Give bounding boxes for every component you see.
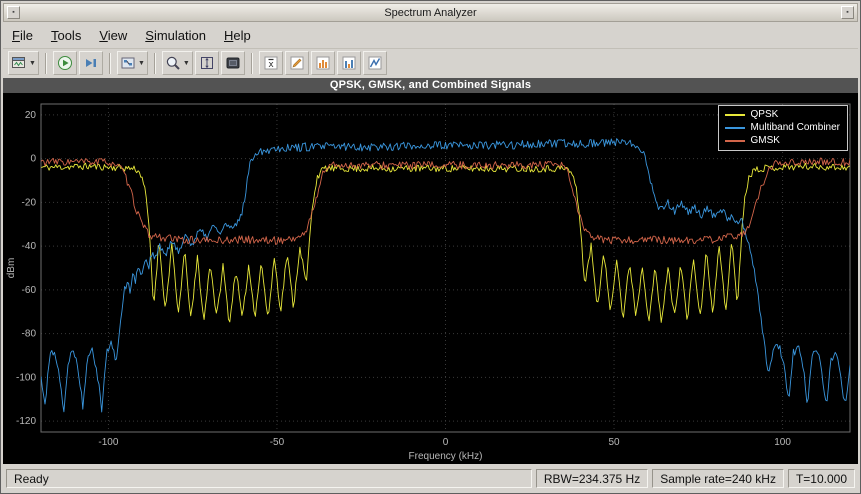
blue-bars-icon xyxy=(341,55,357,71)
legend-item[interactable]: QPSK xyxy=(725,109,841,120)
legend-item[interactable]: Multiband Combiner xyxy=(725,122,841,133)
toolbar-separator xyxy=(251,53,253,74)
playback-options-icon xyxy=(120,55,136,71)
svg-text:-40: -40 xyxy=(22,241,37,252)
orange-bars-icon xyxy=(315,55,331,71)
dropdown-arrow-icon: ▼ xyxy=(183,60,190,67)
distortion-measurements-button[interactable] xyxy=(337,51,361,75)
configuration-properties-button[interactable]: ▼ xyxy=(8,51,39,75)
status-time: T=10.000 xyxy=(788,469,855,488)
step-forward-icon xyxy=(83,55,99,71)
svg-text:100: 100 xyxy=(774,437,791,448)
legend-label: QPSK xyxy=(751,109,779,120)
mask-line-icon xyxy=(367,55,383,71)
window-close-button[interactable]: ▪ xyxy=(841,6,854,19)
scope-config-icon xyxy=(11,55,27,71)
svg-text:0: 0 xyxy=(443,437,449,448)
toolbar-separator xyxy=(109,53,111,74)
panner-button[interactable] xyxy=(221,51,245,75)
svg-text:-100: -100 xyxy=(16,372,36,383)
legend-label: GMSK xyxy=(751,135,780,146)
panner-icon xyxy=(225,55,241,71)
legend-label: Multiband Combiner xyxy=(751,122,841,133)
svg-text:-20: -20 xyxy=(22,197,37,208)
window-menu-button[interactable]: ▪ xyxy=(7,6,20,19)
menu-view[interactable]: View xyxy=(90,25,136,46)
legend-swatch xyxy=(725,140,745,142)
cursor-measurements-button[interactable] xyxy=(285,51,309,75)
menu-simulation[interactable]: Simulation xyxy=(136,25,215,46)
menu-tools[interactable]: Tools xyxy=(42,25,90,46)
menu-file[interactable]: File xyxy=(3,25,42,46)
spectral-mask-button[interactable] xyxy=(363,51,387,75)
channel-measurements-button[interactable] xyxy=(311,51,335,75)
window-menu-icon: ▪ xyxy=(12,9,14,16)
fit-span-icon xyxy=(199,55,215,71)
status-ready: Ready xyxy=(6,469,532,488)
dropdown-arrow-icon: ▼ xyxy=(138,60,145,67)
dropdown-arrow-icon: ▼ xyxy=(29,60,36,67)
status-rbw: RBW=234.375 Hz xyxy=(536,469,648,488)
svg-text:dBm: dBm xyxy=(6,258,17,279)
svg-text:-60: -60 xyxy=(22,285,37,296)
toolbar-separator xyxy=(45,53,47,74)
svg-text:20: 20 xyxy=(25,110,37,121)
svg-text:-100: -100 xyxy=(98,437,118,448)
window-title: Spectrum Analyzer xyxy=(23,7,838,19)
step-forward-button[interactable] xyxy=(79,51,103,75)
playback-options-button[interactable]: ▼ xyxy=(117,51,148,75)
legend-swatch xyxy=(725,114,745,116)
svg-text:0: 0 xyxy=(30,154,36,165)
span-fit-button[interactable] xyxy=(195,51,219,75)
spectrum-analyzer-window: ▪ Spectrum Analyzer ▪ File Tools View Si… xyxy=(0,0,861,494)
svg-text:-120: -120 xyxy=(16,416,36,427)
pencil-icon xyxy=(289,55,305,71)
toolbar-separator xyxy=(154,53,156,74)
zoom-button[interactable]: ▼ xyxy=(162,51,193,75)
svg-text:-80: -80 xyxy=(22,329,37,340)
magnifier-icon xyxy=(165,55,181,71)
svg-text:-50: -50 xyxy=(270,437,285,448)
run-icon xyxy=(57,55,73,71)
menu-help[interactable]: Help xyxy=(215,25,260,46)
figure-area[interactable]: QPSK, GMSK, and Combined Signals -100 -50… xyxy=(3,78,858,464)
title-bar[interactable]: ▪ Spectrum Analyzer ▪ xyxy=(3,3,858,22)
run-button[interactable] xyxy=(53,51,77,75)
svg-text:Frequency (kHz): Frequency (kHz) xyxy=(409,451,483,462)
svg-text:50: 50 xyxy=(608,437,620,448)
menu-bar: File Tools View Simulation Help xyxy=(3,23,858,49)
plot-title: QPSK, GMSK, and Combined Signals xyxy=(3,78,858,93)
status-sample-rate: Sample rate=240 kHz xyxy=(652,469,784,488)
svg-text:x: x xyxy=(268,60,274,70)
close-icon: ▪ xyxy=(846,9,848,16)
legend-swatch xyxy=(725,127,745,129)
tool-bar: ▼ ▼ xyxy=(3,49,858,77)
status-bar: Ready RBW=234.375 Hz Sample rate=240 kHz… xyxy=(3,465,858,491)
mean-xbar-icon: x xyxy=(263,55,279,71)
legend-item[interactable]: GMSK xyxy=(725,135,841,146)
signal-statistics-button[interactable]: x xyxy=(259,51,283,75)
legend[interactable]: QPSK Multiband Combiner GMSK xyxy=(718,105,849,151)
